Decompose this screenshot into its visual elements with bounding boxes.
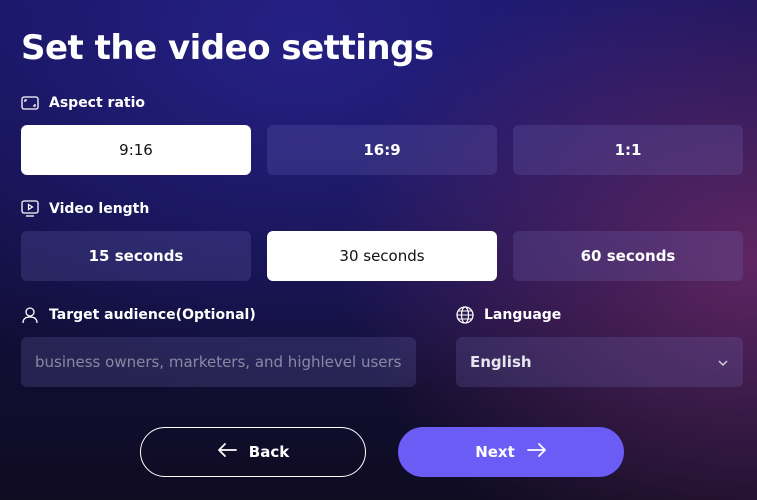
target-audience-label: Target audience(Optional) [21,306,256,324]
target-audience-input[interactable] [35,353,402,371]
video-length-option-30[interactable]: 30 seconds [267,231,497,281]
target-audience-label-text: Target audience(Optional) [49,307,256,323]
language-selected-value: English [470,353,532,371]
aspect-ratio-icon [21,96,39,110]
aspect-ratio-label: Aspect ratio [21,95,145,111]
video-length-option-60[interactable]: 60 seconds [513,231,743,281]
video-monitor-icon [21,200,39,218]
video-length-label-text: Video length [49,201,150,217]
target-audience-field [21,337,416,387]
video-length-option-15[interactable]: 15 seconds [21,231,251,281]
language-select[interactable]: English [456,337,743,387]
aspect-ratio-option-9-16[interactable]: 9:16 [21,125,251,175]
arrow-left-icon [217,442,237,462]
aspect-ratio-label-text: Aspect ratio [49,95,146,111]
language-label: Language [456,306,561,324]
back-button-label: Back [248,443,290,461]
globe-icon [456,306,474,324]
language-label-text: Language [484,307,562,323]
back-button[interactable]: Back [140,427,366,477]
next-button-label: Next [475,443,515,461]
next-button[interactable]: Next [398,427,624,477]
user-icon [21,306,39,324]
arrow-right-icon [526,442,547,462]
aspect-ratio-option-1-1[interactable]: 1:1 [513,125,743,175]
page-title: Set the video settings [21,28,434,68]
aspect-ratio-option-16-9[interactable]: 16:9 [267,125,497,175]
video-length-label: Video length [21,200,149,218]
chevron-down-icon [717,353,729,371]
